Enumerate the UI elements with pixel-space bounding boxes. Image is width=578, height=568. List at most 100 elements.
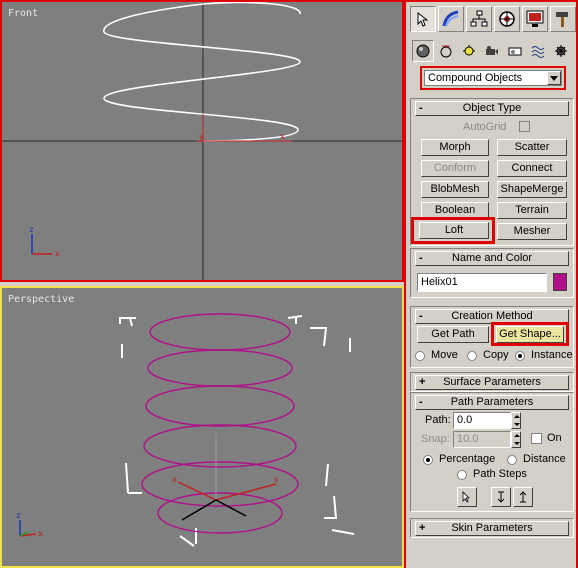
lights-icon — [463, 45, 475, 56]
path-value-field[interactable]: 0.0 — [453, 412, 511, 429]
utilities-tab[interactable] — [550, 6, 576, 32]
path-steps-radio[interactable] — [457, 470, 467, 480]
copy-radio[interactable] — [467, 351, 477, 361]
snap-label: Snap: — [421, 433, 450, 445]
persp-gizmo-x2: x — [274, 475, 279, 484]
subtab-spacewarps[interactable] — [527, 40, 549, 62]
front-axis-z: z — [29, 225, 34, 234]
motion-wheel-icon — [499, 11, 515, 27]
hierarchy-tab[interactable] — [466, 6, 492, 32]
snap-spinner[interactable] — [511, 431, 521, 448]
skin-parameters-header[interactable]: + Skin Parameters — [415, 521, 569, 536]
conform-button[interactable]: Conform — [421, 160, 489, 177]
rollout-collapse-sign: - — [419, 102, 423, 114]
blobmesh-button[interactable]: BlobMesh — [421, 181, 489, 198]
distance-label: Distance — [523, 453, 566, 465]
instance-label: Instance — [531, 349, 573, 361]
surface-parameters-title: Surface Parameters — [443, 376, 541, 388]
subtab-systems[interactable] — [550, 40, 572, 62]
camera-icon — [486, 46, 498, 55]
move-radio[interactable] — [415, 351, 425, 361]
creation-method-title: Creation Method — [451, 310, 533, 322]
front-viewport[interactable]: y x z x Front — [0, 0, 404, 282]
path-parameters-rollout: - Path Parameters Path: 0.0 Snap: 10.0 O… — [410, 392, 574, 512]
get-shape-button[interactable]: Get Shape... — [496, 326, 564, 343]
helix-front-shape — [103, 2, 301, 142]
create-tab[interactable] — [410, 6, 436, 32]
front-axis-x: x — [55, 249, 60, 258]
copy-label: Copy — [483, 349, 509, 361]
chevron-down-icon[interactable] — [547, 71, 561, 85]
arrow-up-shape-icon — [519, 491, 527, 503]
object-color-swatch[interactable] — [553, 273, 567, 291]
persp-axis-x: x — [38, 529, 43, 538]
subtab-shapes[interactable] — [435, 40, 457, 62]
snap-on-checkbox[interactable] — [531, 433, 542, 444]
instance-radio[interactable] — [515, 351, 525, 361]
front-viewport-label[interactable]: Front — [8, 8, 38, 19]
display-monitor-icon — [526, 10, 544, 27]
display-tab[interactable] — [522, 6, 548, 32]
rollout-expand-sign: + — [419, 376, 426, 388]
next-shape-button[interactable] — [513, 487, 533, 507]
shapemerge-button[interactable]: ShapeMerge — [497, 181, 567, 198]
name-and-color-header[interactable]: - Name and Color — [415, 251, 569, 266]
rollout-collapse-sign: - — [419, 396, 423, 408]
shapes-icon — [440, 45, 452, 58]
loft-button[interactable]: Loft — [419, 222, 489, 239]
rollout-collapse-sign: - — [419, 252, 423, 264]
rollout-expand-sign: + — [419, 522, 426, 534]
autogrid-checkbox[interactable] — [519, 121, 530, 132]
terrain-button[interactable]: Terrain — [497, 202, 567, 219]
spacewarps-wave-icon — [531, 46, 545, 58]
path-spinner[interactable] — [511, 412, 521, 429]
object-type-rollout: - Object Type AutoGrid Morph Scatter Con… — [410, 98, 574, 246]
command-panel-tabs — [410, 6, 576, 32]
move-label: Move — [431, 349, 458, 361]
surface-parameters-rollout: + Surface Parameters — [410, 372, 574, 392]
pick-shape-button[interactable] — [457, 487, 477, 507]
path-parameters-title: Path Parameters — [450, 396, 534, 408]
snap-on-label: On — [547, 432, 562, 444]
get-path-button[interactable]: Get Path — [417, 326, 489, 343]
subtab-helpers[interactable] — [504, 40, 526, 62]
subtab-lights[interactable] — [458, 40, 480, 62]
autogrid-label: AutoGrid — [463, 121, 507, 133]
perspective-pivot-gizmo: x x — [172, 434, 279, 521]
connect-button[interactable]: Connect — [497, 160, 567, 177]
perspective-viewport-canvas: x x z x — [16, 313, 355, 547]
helpers-tape-icon — [508, 47, 522, 56]
scatter-button[interactable]: Scatter — [497, 139, 567, 156]
skin-parameters-rollout: + Skin Parameters — [410, 518, 574, 538]
snap-value-field[interactable]: 10.0 — [453, 431, 511, 448]
subtab-cameras[interactable] — [481, 40, 503, 62]
arrow-down-shape-icon — [497, 491, 505, 503]
systems-gear-icon — [555, 45, 567, 57]
creation-method-rollout: - Creation Method Get Path Get Shape... … — [410, 306, 574, 368]
path-parameters-header[interactable]: - Path Parameters — [415, 395, 569, 410]
modify-tab[interactable] — [438, 6, 464, 32]
surface-parameters-header[interactable]: + Surface Parameters — [415, 375, 569, 390]
perspective-axis-tripod: z x — [16, 511, 43, 538]
motion-tab[interactable] — [494, 6, 520, 32]
category-dropdown-value: Compound Objects — [428, 72, 523, 84]
skin-parameters-title: Skin Parameters — [451, 522, 533, 534]
perspective-viewport[interactable]: x x z x Perspective — [0, 286, 404, 568]
perspective-viewport-label[interactable]: Perspective — [8, 294, 74, 305]
category-dropdown[interactable]: Compound Objects — [424, 70, 562, 86]
percentage-radio[interactable] — [423, 455, 433, 465]
object-name-field[interactable]: Helix01 — [417, 273, 547, 292]
front-axis-tripod: z x — [29, 225, 60, 258]
subtab-geometry[interactable] — [412, 40, 434, 62]
object-type-title: Object Type — [462, 102, 522, 114]
percentage-label: Percentage — [439, 453, 496, 465]
persp-axis-z: z — [16, 511, 21, 520]
object-type-header[interactable]: - Object Type — [415, 101, 569, 116]
create-category-subtabs — [412, 40, 572, 62]
previous-shape-button[interactable] — [491, 487, 511, 507]
distance-radio[interactable] — [507, 455, 517, 465]
category-dropdown-highlight: Compound Objects — [420, 66, 566, 90]
path-steps-label: Path Steps — [473, 468, 527, 480]
morph-button[interactable]: Morph — [421, 139, 489, 156]
mesher-button[interactable]: Mesher — [497, 223, 567, 240]
